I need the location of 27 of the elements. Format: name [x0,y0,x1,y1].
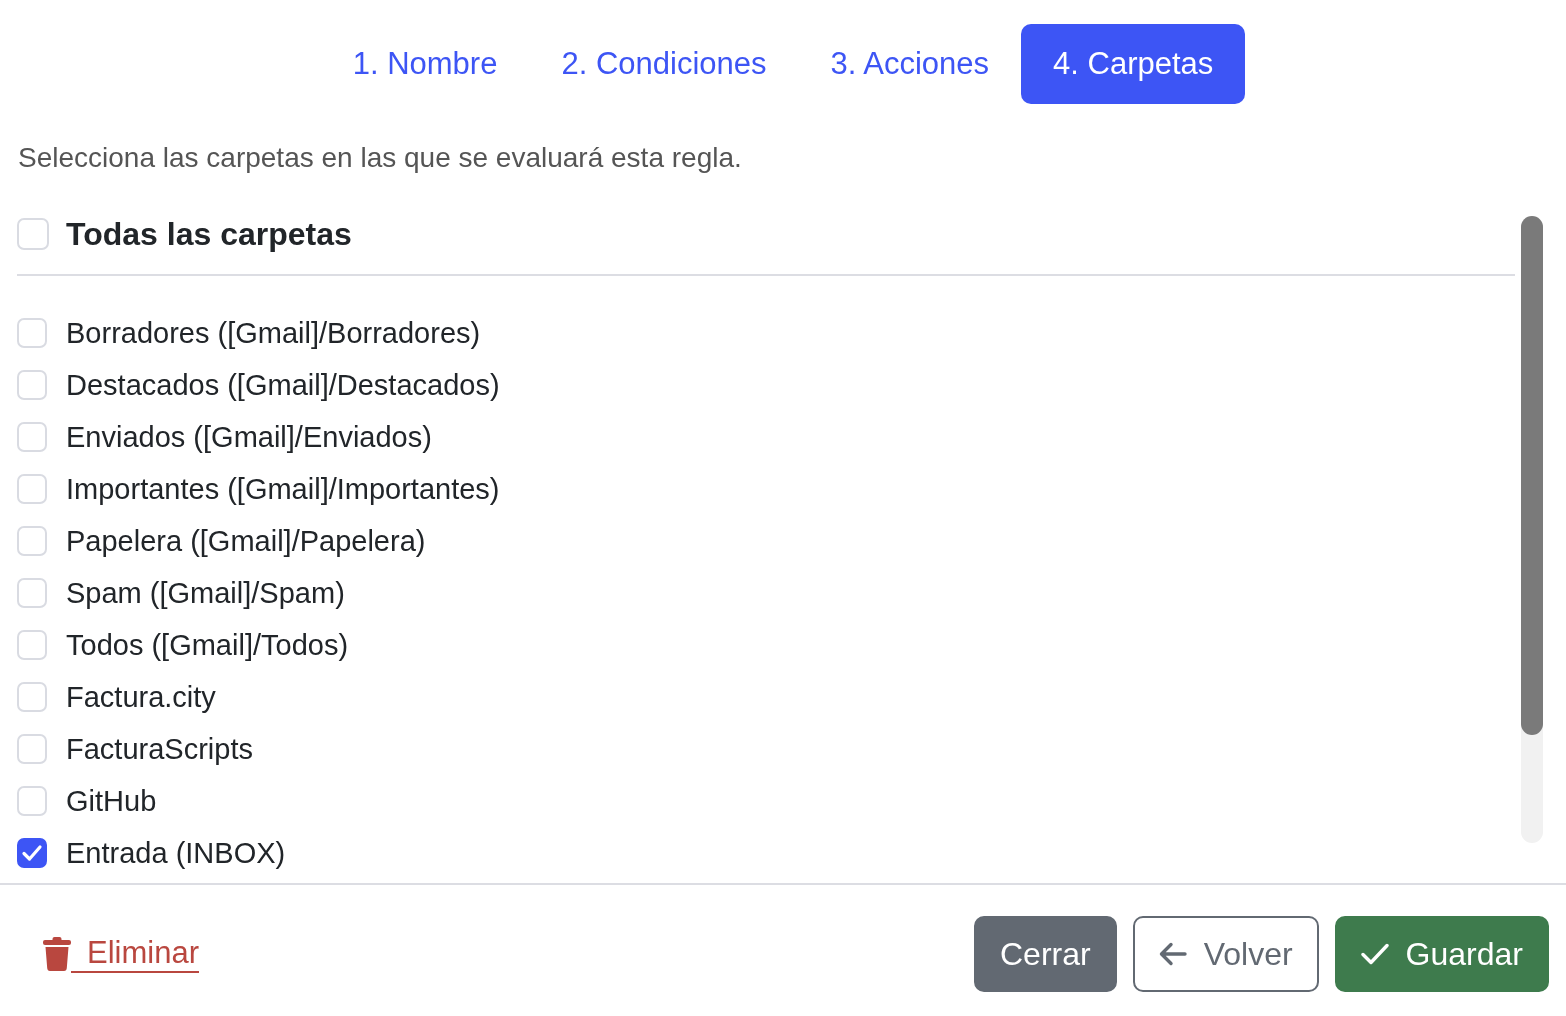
checkbox-label: Factura.city [66,680,216,715]
check-icon [1360,942,1389,966]
checkbox-label: Todas las carpetas [66,215,352,254]
checkbox-label: Spam ([Gmail]/Spam) [66,576,345,611]
checkbox-label: Destacados ([Gmail]/Destacados) [66,368,500,403]
trash-icon [43,937,71,971]
tab[interactable]: 4. Carpetas [1021,24,1246,104]
save-button[interactable]: Guardar [1334,916,1549,992]
checkbox-label: Borradores ([Gmail]/Borradores) [66,316,481,351]
arrow-left-icon [1158,942,1187,966]
checkbox-label: Papelera ([Gmail]/Papelera) [66,524,426,559]
checkbox-label: GitHub [66,784,157,819]
checkbox[interactable] [17,838,47,868]
back-button[interactable]: Volver [1132,916,1319,992]
instruction-text: Selecciona las carpetas en las que se evaluará esta regla. [18,141,742,175]
checkmark-icon [23,846,41,860]
delete-link[interactable]: Eliminar [43,935,199,973]
checkbox-label: FacturaScripts [66,732,253,767]
checkbox-label: Importantes ([Gmail]/Importantes) [66,472,500,507]
scrollbar-thumb[interactable] [1521,216,1543,735]
tab[interactable]: 1. Nombre [320,24,530,104]
tab[interactable]: 2. Condiciones [529,24,799,104]
close-button[interactable]: Cerrar [974,916,1117,992]
checkbox-label: Entrada (INBOX) [66,836,286,871]
checkbox-label: Enviados ([Gmail]/Enviados) [66,420,432,455]
tab[interactable]: 3. Acciones [798,24,1022,104]
checkbox-label: Todos ([Gmail]/Todos) [66,628,349,663]
